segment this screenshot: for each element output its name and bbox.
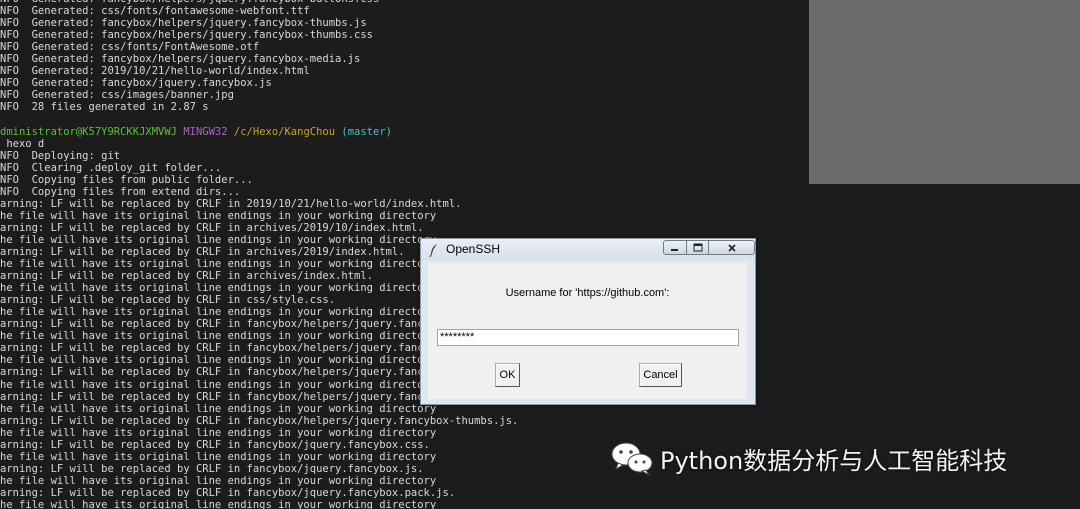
- terminal-line: NFO 28 files generated in 2.87 s: [0, 101, 531, 113]
- window-controls: [663, 240, 755, 256]
- terminal-text: he file will have its original line endi…: [0, 209, 437, 222]
- terminal-text: arning: LF will be replaced by CRLF in f…: [0, 438, 430, 451]
- dialog-titlebar[interactable]: OpenSSH: [421, 239, 755, 260]
- close-button[interactable]: [709, 240, 755, 255]
- terminal-line: he file will have its original line endi…: [0, 427, 531, 439]
- feather-icon: [429, 244, 437, 257]
- terminal-text: (master): [335, 125, 392, 138]
- maximize-button[interactable]: [687, 240, 709, 255]
- terminal-text: NFO Generated: fancybox/helpers/jquery.f…: [0, 29, 373, 42]
- terminal-text: hexo d: [0, 137, 45, 150]
- terminal-text: NFO Generated: css/fonts/fontawesome-web…: [0, 5, 310, 18]
- terminal-text: he file will have its original line endi…: [0, 498, 437, 509]
- terminal-line: NFO Generated: css/fonts/fontawesome-web…: [0, 5, 531, 17]
- terminal-text: he file will have its original line endi…: [0, 378, 437, 391]
- terminal-line: NFO Generated: fancybox/helpers/jquery.f…: [0, 53, 531, 65]
- terminal-line: arning: LF will be replaced by CRLF in f…: [0, 439, 531, 451]
- terminal-text: NFO Generated: fancybox/jquery.fancybox.…: [0, 77, 272, 90]
- terminal-text: he file will have its original line endi…: [0, 474, 437, 487]
- terminal-text: he file will have its original line endi…: [0, 306, 437, 319]
- username-input[interactable]: ********: [437, 329, 739, 346]
- dialog-title: OpenSSH: [446, 242, 501, 256]
- terminal-text: NFO Copying files from extend dirs...: [0, 185, 241, 198]
- terminal-text: NFO Generated: css/images/banner.jpg: [0, 89, 234, 102]
- minimize-button[interactable]: [663, 240, 687, 255]
- terminal-text: he file will have its original line endi…: [0, 258, 437, 271]
- terminal-text: he file will have its original line endi…: [0, 450, 437, 463]
- terminal-line: he file will have its original line endi…: [0, 499, 531, 509]
- terminal-text: /c/Hexo/KangChou: [233, 125, 336, 138]
- watermark-text: Python数据分析与人工智能科技: [660, 446, 1008, 475]
- terminal-text: he file will have its original line endi…: [0, 354, 437, 367]
- terminal-text: he file will have its original line endi…: [0, 426, 437, 439]
- wechat-icon: [611, 442, 653, 476]
- terminal-text: arning: LF will be replaced by CRLF in c…: [0, 294, 336, 307]
- terminal-text: arning: LF will be replaced by CRLF in f…: [0, 414, 519, 427]
- terminal-line: NFO Generated: fancybox/helpers/jquery.f…: [0, 29, 531, 41]
- terminal-text: he file will have its original line endi…: [0, 282, 437, 295]
- terminal-line: NFO Generated: css/images/banner.jpg: [0, 89, 531, 101]
- terminal-text: arning: LF will be replaced by CRLF in a…: [0, 245, 405, 258]
- close-icon: [727, 243, 736, 252]
- terminal-line: NFO Generated: fancybox/helpers/jquery.f…: [0, 17, 531, 29]
- terminal-line: he file will have its original line endi…: [0, 451, 531, 463]
- terminal-line: NFO Deploying: git: [0, 150, 531, 162]
- terminal-line: he file will have its original line endi…: [0, 210, 531, 222]
- terminal-text: arning: LF will be replaced by CRLF in a…: [0, 270, 373, 283]
- terminal-line: arning: LF will be replaced by CRLF in f…: [0, 463, 531, 475]
- terminal-text: MINGW32: [183, 125, 234, 138]
- dialog-body: Username for 'https://github.com': *****…: [428, 263, 747, 399]
- terminal-text: NFO Generated: css/fonts/FontAwesome.otf: [0, 41, 260, 54]
- terminal-text: he file will have its original line endi…: [0, 233, 437, 246]
- terminal-line: arning: LF will be replaced by CRLF in a…: [0, 222, 531, 234]
- terminal-text: arning: LF will be replaced by CRLF in 2…: [0, 197, 462, 210]
- terminal-line: NFO Generated: fancybox/jquery.fancybox.…: [0, 77, 531, 89]
- overlapping-window-backdrop: [809, 0, 1080, 184]
- terminal-text: arning: LF will be replaced by CRLF in a…: [0, 221, 424, 234]
- terminal-text: he file will have its original line endi…: [0, 330, 437, 343]
- terminal-text: dministrator@K57Y9RCKKJXMVWJ: [0, 125, 184, 138]
- terminal-line: NFO Copying files from extend dirs...: [0, 186, 531, 198]
- terminal-text: NFO Generated: 2019/10/21/hello-world/in…: [0, 65, 310, 78]
- minimize-icon: [671, 248, 678, 251]
- terminal-line: NFO Generated: 2019/10/21/hello-world/in…: [0, 65, 531, 77]
- terminal-text: NFO 28 files generated in 2.87 s: [0, 101, 209, 114]
- cancel-button[interactable]: Cancel: [639, 363, 682, 387]
- maximize-icon: [693, 243, 702, 252]
- terminal-text: NFO Generated: fancybox/helpers/jquery.f…: [0, 53, 361, 66]
- ok-button[interactable]: OK: [495, 363, 520, 387]
- terminal-line: dministrator@K57Y9RCKKJXMVWJ MINGW32 /c/…: [0, 126, 531, 138]
- terminal-text: NFO Generated: fancybox/helpers/jquery.f…: [0, 17, 367, 30]
- watermark: Python数据分析与人工智能科技: [610, 440, 1007, 476]
- terminal-line: he file will have its original line endi…: [0, 475, 531, 487]
- terminal-line: NFO Generated: css/fonts/FontAwesome.otf: [0, 41, 531, 53]
- terminal-line: NFO Copying files from public folder...: [0, 174, 531, 186]
- terminal-line: arning: LF will be replaced by CRLF in 2…: [0, 198, 531, 210]
- terminal-line: arning: LF will be replaced by CRLF in f…: [0, 415, 531, 427]
- terminal-text: arning: LF will be replaced by CRLF in f…: [0, 462, 424, 475]
- terminal-text: arning: LF will be replaced by CRLF in f…: [0, 486, 456, 499]
- terminal-text: NFO Deploying: git: [0, 149, 121, 162]
- openssh-dialog: OpenSSH Username for 'https://github.com…: [420, 238, 756, 405]
- terminal-line: hexo d: [0, 138, 531, 150]
- terminal-line: arning: LF will be replaced by CRLF in f…: [0, 487, 531, 499]
- terminal-text: he file will have its original line endi…: [0, 402, 437, 415]
- terminal-text: NFO Copying files from public folder...: [0, 173, 253, 186]
- terminal-text: NFO Clearing .deploy_git folder...: [0, 161, 222, 174]
- terminal-line: NFO Clearing .deploy_git folder...: [0, 162, 531, 174]
- username-prompt: Username for 'https://github.com':: [505, 287, 670, 299]
